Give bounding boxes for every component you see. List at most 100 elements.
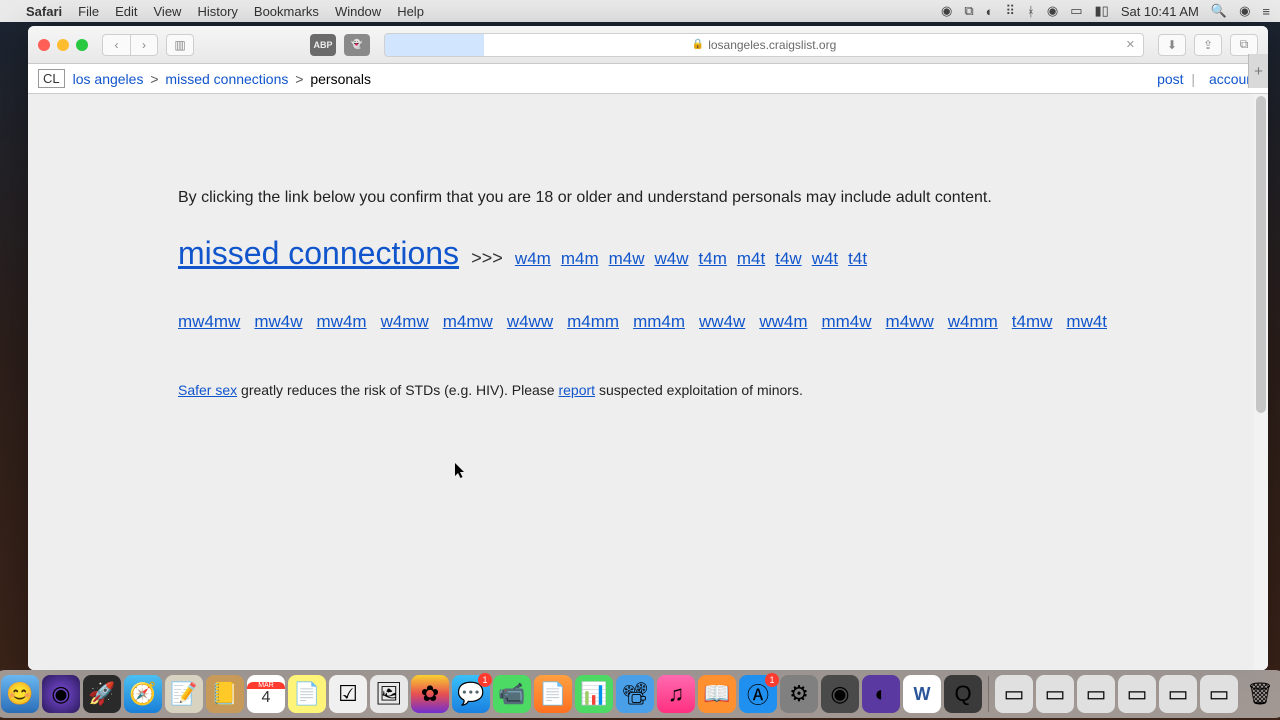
share-button[interactable]: ⇪ <box>1194 34 1222 56</box>
stop-reload-button[interactable]: ✕ <box>1126 38 1135 51</box>
report-link[interactable]: report <box>558 382 595 398</box>
menu-view[interactable]: View <box>154 4 182 19</box>
minimized-window-6[interactable]: ▭ <box>1200 675 1238 713</box>
downloads-button[interactable]: ⬇ <box>1158 34 1186 56</box>
menu-bookmarks[interactable]: Bookmarks <box>254 4 319 19</box>
cat-link-mm4m[interactable]: mm4m <box>633 312 685 331</box>
ibooks-icon[interactable]: 📖 <box>698 675 736 713</box>
display-icon[interactable]: ▭ <box>1070 3 1082 19</box>
breadcrumb-city[interactable]: los angeles <box>73 71 144 87</box>
window-minimize-button[interactable] <box>57 39 69 51</box>
battery-icon[interactable]: ▮▯ <box>1095 3 1109 19</box>
eclipse-icon[interactable]: ◐ <box>862 675 900 713</box>
sidebar-toggle-button[interactable]: ▥ <box>166 34 194 56</box>
cat-link-t4m[interactable]: t4m <box>699 249 727 268</box>
cat-link-mw4mw[interactable]: mw4mw <box>178 312 240 331</box>
age-confirm-text: By clicking the link below you confirm t… <box>178 189 1268 207</box>
vertical-scrollbar[interactable] <box>1254 94 1268 670</box>
screen-record-icon[interactable]: ◉ <box>941 3 952 19</box>
cat-link-t4t[interactable]: t4t <box>848 249 867 268</box>
textedit-icon[interactable]: 📝 <box>165 675 203 713</box>
cat-link-m4mm[interactable]: m4mm <box>567 312 619 331</box>
appstore-icon[interactable]: Ⓐ1 <box>739 675 777 713</box>
safer-sex-link[interactable]: Safer sex <box>178 382 237 398</box>
calendar-icon[interactable]: MAR4 <box>247 675 285 713</box>
tabs-button[interactable]: ⧉ <box>1230 34 1258 56</box>
cat-link-w4mw[interactable]: w4mw <box>381 312 429 331</box>
cat-link-w4ww[interactable]: w4ww <box>507 312 553 331</box>
finder-icon[interactable]: 😊 <box>1 675 39 713</box>
cat-link-m4t[interactable]: m4t <box>737 249 765 268</box>
cat-link-ww4m[interactable]: ww4m <box>759 312 807 331</box>
pages-icon[interactable]: 📄 <box>534 675 572 713</box>
cat-link-w4m[interactable]: w4m <box>515 249 551 268</box>
address-bar[interactable]: 🔒 losangeles.craigslist.org ✕ <box>384 33 1144 57</box>
bluetooth-icon[interactable]: ᚼ <box>1027 4 1035 19</box>
cat-link-m4mw[interactable]: m4mw <box>443 312 493 331</box>
cat-link-ww4w[interactable]: ww4w <box>699 312 745 331</box>
dropbox-icon[interactable]: ⧉ <box>964 3 973 19</box>
minimized-window-2[interactable]: ▭ <box>1036 675 1074 713</box>
spotlight-icon[interactable]: 🔍 <box>1211 3 1227 19</box>
trash-icon[interactable]: 🗑 <box>1241 675 1279 713</box>
notification-center-icon[interactable]: ≡ <box>1262 4 1270 19</box>
sync-icon[interactable]: ◐ <box>986 4 994 19</box>
contacts-icon[interactable]: 📒 <box>206 675 244 713</box>
window-zoom-button[interactable] <box>76 39 88 51</box>
post-link[interactable]: post <box>1157 71 1183 87</box>
menu-help[interactable]: Help <box>397 4 424 19</box>
launchpad-icon[interactable]: 🚀 <box>83 675 121 713</box>
cat-link-mw4w[interactable]: mw4w <box>254 312 302 331</box>
window-close-button[interactable] <box>38 39 50 51</box>
minimized-window-5[interactable]: ▭ <box>1159 675 1197 713</box>
adblock-extension-icon[interactable]: ABP <box>310 34 336 56</box>
reminders-icon[interactable]: ☑ <box>329 675 367 713</box>
keynote-icon[interactable]: 📽 <box>616 675 654 713</box>
menu-edit[interactable]: Edit <box>115 4 137 19</box>
breadcrumb-category[interactable]: missed connections <box>165 71 288 87</box>
menu-window[interactable]: Window <box>335 4 381 19</box>
cat-link-w4mm[interactable]: w4mm <box>948 312 998 331</box>
photos-icon[interactable]: ✿ <box>411 675 449 713</box>
cat-link-m4w[interactable]: m4w <box>609 249 645 268</box>
cat-link-t4w[interactable]: t4w <box>775 249 801 268</box>
back-button[interactable]: ‹ <box>102 34 130 56</box>
wifi-icon[interactable]: ◉ <box>1047 3 1058 19</box>
minimized-window-1[interactable]: ▭ <box>995 675 1033 713</box>
cat-link-m4m[interactable]: m4m <box>561 249 599 268</box>
cl-logo[interactable]: CL <box>38 69 65 88</box>
notes-icon[interactable]: 📄 <box>288 675 326 713</box>
cat-link-mw4t[interactable]: mw4t <box>1066 312 1107 331</box>
clock[interactable]: Sat 10:41 AM <box>1121 4 1199 19</box>
minimized-window-4[interactable]: ▭ <box>1118 675 1156 713</box>
cat-link-mw4m[interactable]: mw4m <box>317 312 367 331</box>
ghostery-extension-icon[interactable]: 👻 <box>344 34 370 56</box>
siri-icon[interactable]: ◉ <box>1239 3 1250 19</box>
forward-button[interactable]: › <box>130 34 158 56</box>
grid-icon[interactable]: ⠿ <box>1006 3 1016 19</box>
preview-icon[interactable]: 🖼 <box>370 675 408 713</box>
messages-icon[interactable]: 💬1 <box>452 675 490 713</box>
numbers-icon[interactable]: 📊 <box>575 675 613 713</box>
cat-link-t4mw[interactable]: t4mw <box>1012 312 1053 331</box>
new-tab-button[interactable]: + <box>1248 54 1268 88</box>
facetime-icon[interactable]: 📹 <box>493 675 531 713</box>
safari-dock-icon[interactable]: 🧭 <box>124 675 162 713</box>
cat-link-w4w[interactable]: w4w <box>655 249 689 268</box>
siri-dock-icon[interactable]: ◉ <box>42 675 80 713</box>
system-preferences-icon[interactable]: ⚙ <box>780 675 818 713</box>
cat-link-w4t[interactable]: w4t <box>812 249 838 268</box>
scrollbar-thumb[interactable] <box>1256 96 1266 413</box>
menu-history[interactable]: History <box>197 4 237 19</box>
app-name[interactable]: Safari <box>26 4 62 19</box>
minimized-window-3[interactable]: ▭ <box>1077 675 1115 713</box>
itunes-icon[interactable]: ♫ <box>657 675 695 713</box>
menu-file[interactable]: File <box>78 4 99 19</box>
missed-connections-link[interactable]: missed connections <box>178 235 459 271</box>
cat-link-m4ww[interactable]: m4ww <box>886 312 934 331</box>
cat-link-mm4w[interactable]: mm4w <box>821 312 871 331</box>
word-icon[interactable]: W <box>903 675 941 713</box>
protools-icon[interactable]: ◉ <box>821 675 859 713</box>
page-load-progress <box>385 34 484 56</box>
quicktime-icon[interactable]: Q <box>944 675 982 713</box>
